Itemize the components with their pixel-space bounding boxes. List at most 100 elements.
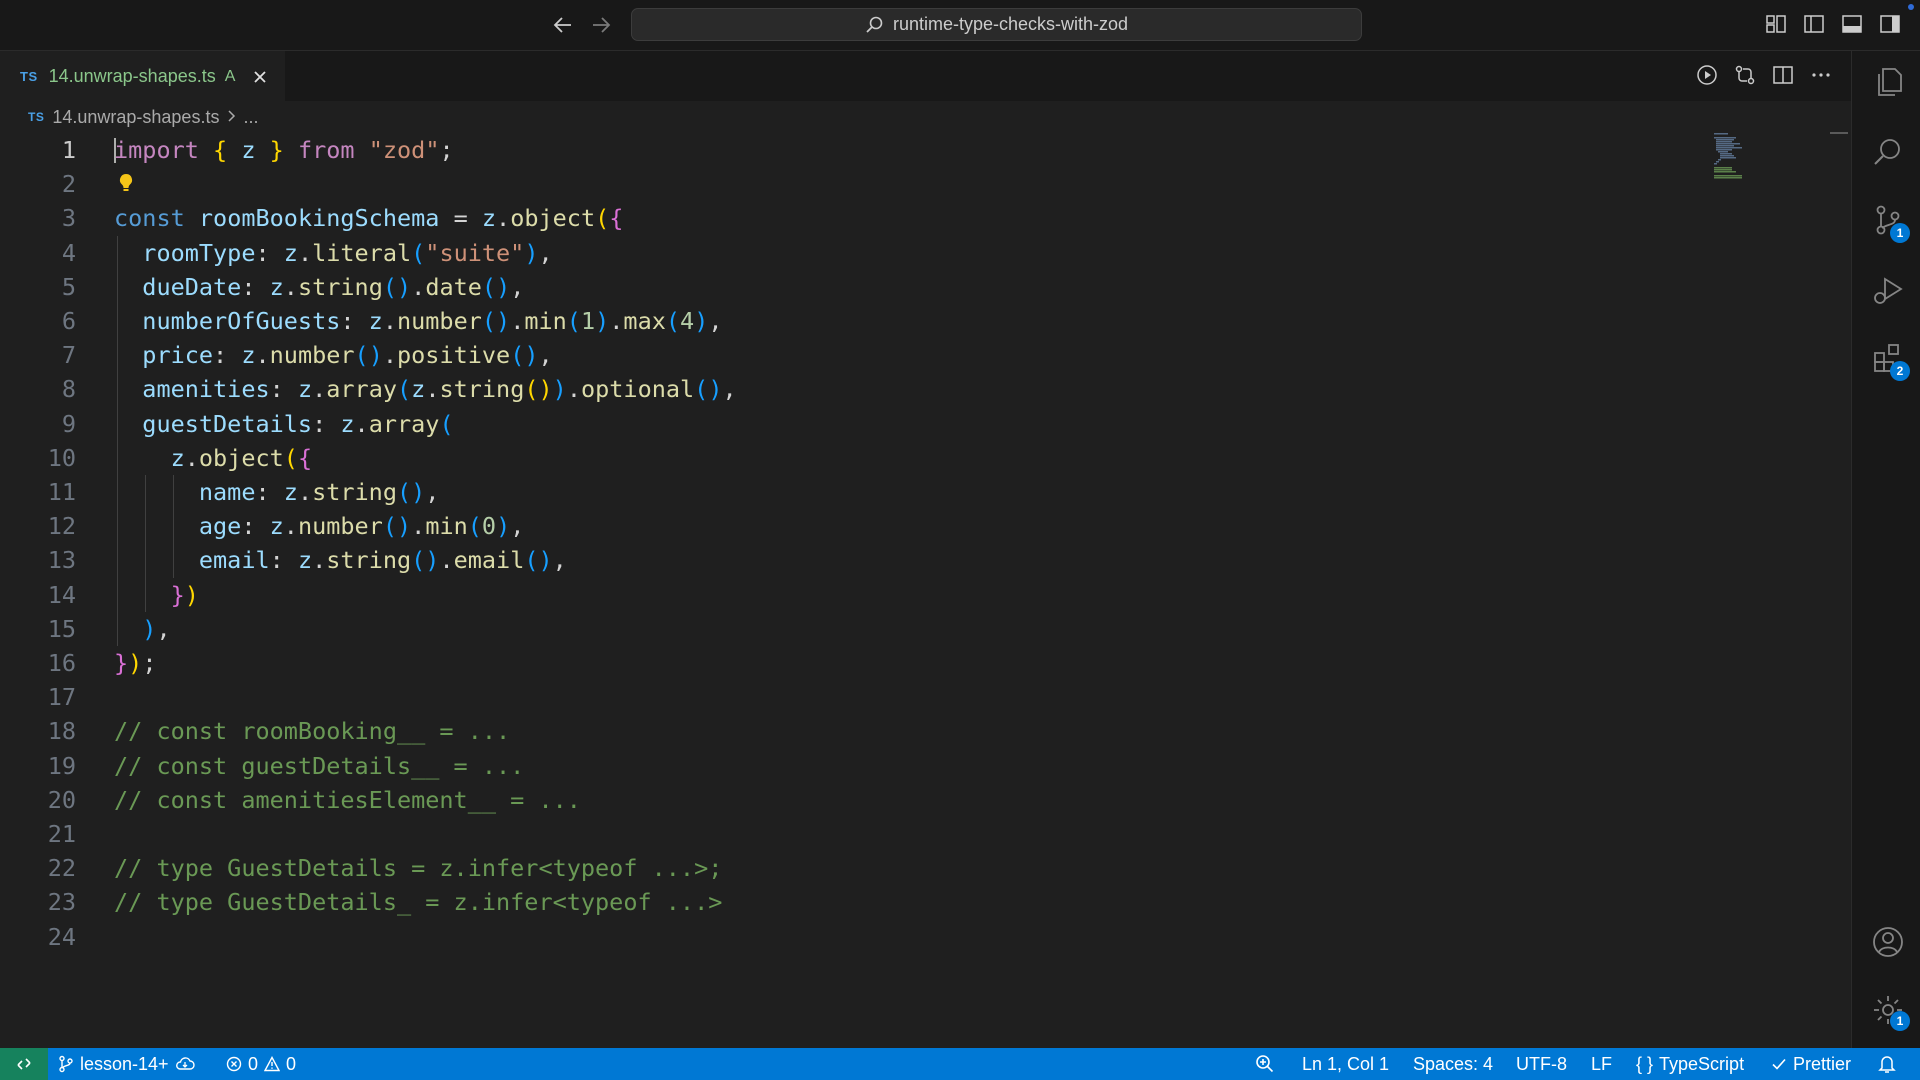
code-text: }) (170, 580, 199, 609)
code-line[interactable]: 22 // type GuestDetails = z.infer<typeof … (0, 851, 1700, 885)
toggle-secondary-sidebar-icon[interactable] (1878, 12, 1902, 36)
toggle-panel-icon[interactable] (1840, 12, 1864, 36)
code-line[interactable]: 11 name: z.string(), (0, 475, 1700, 509)
code-line[interactable]: 13 email: z.string().email(), (0, 543, 1700, 577)
breadcrumb-symbol[interactable]: ... (243, 107, 258, 128)
editor-tab-bar: TS 14.unwrap-shapes.ts A (0, 51, 1851, 101)
line-number: 22 (47, 854, 76, 883)
code-line[interactable]: 9 guestDetails: z.array( (0, 407, 1700, 441)
minimap[interactable] (1714, 133, 1774, 193)
manage-gear-icon[interactable]: 1 (1871, 993, 1910, 1031)
extensions-icon[interactable]: 2 (1871, 341, 1910, 381)
code-line[interactable]: 5 dueDate: z.string().date(), (0, 270, 1700, 304)
line-number: 11 (47, 478, 76, 506)
code-text: age: z.number().min(0), (198, 512, 525, 541)
git-branch-icon (59, 1055, 73, 1073)
line-number: 7 (61, 341, 76, 370)
code-line[interactable]: 19 // const guestDetails__ = ... (0, 749, 1700, 783)
chevron-right-icon (227, 107, 237, 128)
code-line[interactable]: 20 // const amenitiesElement__ = ... (0, 783, 1700, 817)
code-line[interactable]: 10 z.object({ (0, 441, 1700, 475)
tab-label: 14.unwrap-shapes.ts (48, 66, 216, 86)
status-bar: lesson-14+ 0 0 Ln 1, Col 1 Spaces: 4 UTF… (0, 1048, 1920, 1080)
tab-14-unwrap-shapes[interactable]: TS 14.unwrap-shapes.ts A (0, 51, 285, 101)
code-line[interactable]: 16}); (0, 646, 1700, 680)
warning-count: 0 (286, 1053, 297, 1074)
code-line[interactable]: 18 // const roomBooking__ = ... (0, 714, 1700, 748)
language-label: TypeScript (1659, 1053, 1745, 1074)
breadcrumb-file[interactable]: 14.unwrap-shapes.ts (52, 107, 219, 128)
source-control-icon[interactable]: 1 (1871, 203, 1910, 243)
line-number: 14 (47, 580, 76, 609)
customize-layout-icon[interactable] (1764, 12, 1788, 36)
code-line[interactable]: 6 numberOfGuests: z.number().min(1).max(… (0, 304, 1700, 338)
prettier-status[interactable]: Prettier (1771, 1048, 1851, 1080)
remote-indicator-icon[interactable] (0, 1048, 48, 1080)
code-line[interactable]: 2 (0, 167, 1700, 201)
close-icon[interactable] (251, 68, 269, 86)
code-line[interactable]: 17 (0, 680, 1700, 714)
extensions-badge: 2 (1890, 361, 1910, 381)
search-icon[interactable] (1871, 135, 1905, 169)
forward-arrow-icon[interactable] (589, 13, 613, 37)
search-icon (866, 16, 883, 33)
language-mode[interactable]: { } TypeScript (1636, 1048, 1744, 1080)
more-actions-icon[interactable] (1809, 63, 1833, 87)
line-number: 19 (47, 751, 76, 780)
command-center-search[interactable]: runtime-type-checks-with-zod (631, 8, 1362, 41)
code-text: email: z.string().email(), (198, 546, 567, 575)
branch-status[interactable]: lesson-14+ (58, 1048, 195, 1080)
code-editor[interactable]: 1 import { z } from "zod"; 2 3 const roomBoo… (0, 133, 1851, 1047)
zoom-icon[interactable] (1255, 1048, 1275, 1080)
split-editor-icon[interactable] (1771, 63, 1795, 87)
open-changes-icon[interactable] (1733, 63, 1757, 87)
typescript-file-icon: TS (20, 69, 38, 84)
code-line[interactable]: 21 (0, 817, 1700, 851)
account-icon[interactable] (1871, 925, 1905, 959)
text-cursor (114, 138, 116, 163)
line-number: 15 (47, 614, 76, 643)
line-number: 3 (61, 204, 76, 233)
code-text: price: z.number().positive(), (142, 341, 553, 370)
problems-status[interactable]: 0 0 (226, 1048, 296, 1080)
line-number: 23 (47, 888, 76, 917)
error-icon (226, 1056, 242, 1072)
line-number: 17 (47, 683, 76, 712)
code-line[interactable]: 14 }) (0, 578, 1700, 612)
formatter-label: Prettier (1793, 1053, 1852, 1074)
git-status-indicator: A (224, 67, 236, 85)
scrollbar-position-marker[interactable] (1830, 132, 1848, 134)
end-of-line[interactable]: LF (1591, 1048, 1612, 1080)
code-text: dueDate: z.string().date(), (142, 272, 525, 301)
indentation[interactable]: Spaces: 4 (1413, 1048, 1493, 1080)
lightbulb-icon[interactable] (117, 171, 135, 195)
activity-bar: 1 2 1 (1851, 51, 1920, 1048)
explorer-icon[interactable] (1871, 65, 1905, 99)
code-line[interactable]: 7 price: z.number().positive(), (0, 338, 1700, 372)
back-arrow-icon[interactable] (551, 13, 575, 37)
run-icon[interactable] (1695, 63, 1719, 87)
line-number: 16 (47, 649, 76, 677)
line-number: 2 (61, 170, 76, 199)
notifications-bell-icon[interactable] (1878, 1048, 1896, 1080)
code-line[interactable]: 23 // type GuestDetails_ = z.infer<typeof… (0, 885, 1700, 919)
run-and-debug-icon[interactable] (1871, 273, 1905, 307)
code-line[interactable]: 8 amenities: z.array(z.string()).optiona… (0, 372, 1700, 406)
cursor-position[interactable]: Ln 1, Col 1 (1302, 1048, 1389, 1080)
code-line[interactable]: 12 age: z.number().min(0), (0, 509, 1700, 543)
code-line[interactable]: 24 (0, 920, 1700, 954)
code-text: // type GuestDetails_ = z.infer<typeof .… (114, 888, 723, 917)
code-line[interactable]: 4 roomType: z.literal("suite"), (0, 236, 1700, 270)
line-number: 24 (47, 922, 76, 951)
line-number: 12 (47, 512, 76, 541)
toggle-primary-sidebar-icon[interactable] (1802, 12, 1826, 36)
code-line[interactable]: 1 import { z } from "zod"; (0, 133, 1700, 167)
code-line[interactable]: 3 const roomBookingSchema = z.object({ (0, 201, 1700, 235)
code-text: // const amenitiesElement__ = ... (114, 785, 581, 814)
update-indicator-dot (1908, 4, 1914, 10)
title-bar: runtime-type-checks-with-zod (0, 0, 1920, 51)
encoding[interactable]: UTF-8 (1516, 1048, 1567, 1080)
code-line[interactable]: 15 ), (0, 612, 1700, 646)
branch-name: lesson-14+ (80, 1053, 169, 1074)
cloud-sync-icon (175, 1057, 195, 1070)
